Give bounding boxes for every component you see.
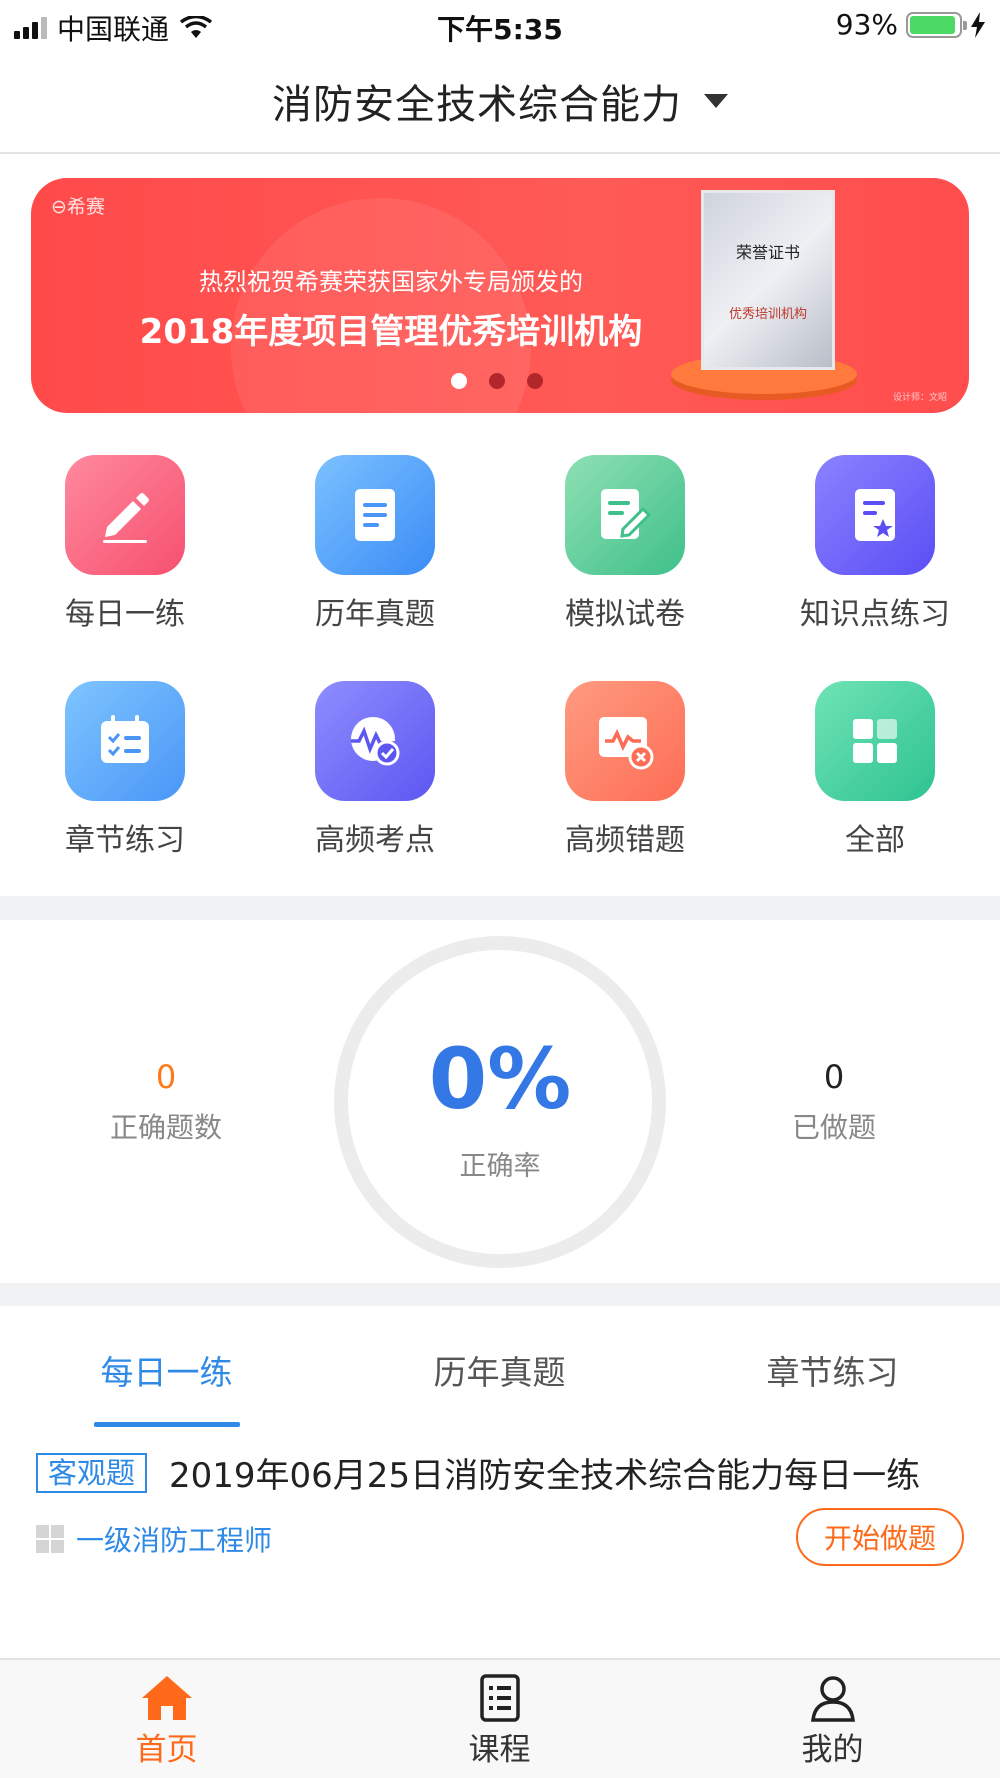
caret-down-icon [704,94,728,108]
done-count-value: 0 [823,1058,845,1096]
correct-count-value: 0 [155,1058,177,1096]
menu-mock-papers[interactable]: 模拟试卷 [500,455,750,633]
nav-courses[interactable]: 课程 [333,1674,666,1769]
category-label: 一级消防工程师 [76,1524,273,1557]
certificate-image: 荣誉证书 优秀培训机构 [701,190,835,370]
question-title-row: 客观题 2019年06月25日消防安全技术综合能力每日一练 [36,1448,964,1504]
user-icon [810,1676,855,1722]
star-document-icon [815,455,935,575]
menu-knowledge-practice[interactable]: 知识点练习 [750,455,1000,633]
start-practice-button[interactable]: 开始做题 [796,1508,964,1566]
nav-label: 首页 [135,1732,198,1768]
grid-icon [815,681,935,801]
promo-banner[interactable]: ⊖希赛 热烈祝贺希赛荣获国家外专局颁发的 2018年度项目管理优秀培训机构 荣誉… [31,178,969,413]
stats-panel: 0% 正确率 0 正确题数 0 已做题 [0,920,1000,1280]
menu-all[interactable]: 全部 [750,681,1000,859]
page-title: 消防安全技术综合能力 [272,82,682,128]
carousel-dot[interactable] [527,373,543,389]
tab-daily-practice[interactable]: 每日一练 [0,1346,333,1394]
battery-icon [906,11,967,38]
bottom-navigation: 首页 课程 我的 [0,1658,1000,1778]
pencil-icon [65,455,185,575]
banner-headline: 热烈祝贺希赛荣获国家外专局颁发的 [199,268,583,296]
done-count-stat: 0 已做题 [714,1058,954,1146]
menu-label: 章节练习 [65,823,185,858]
menu-label: 模拟试卷 [565,597,685,632]
correct-count-label: 正确题数 [109,1111,222,1144]
designer-credit: 设计师：文昭 [892,393,947,403]
menu-past-exams[interactable]: 历年真题 [250,455,500,633]
charging-bolt-icon [971,11,985,38]
question-type-badge: 客观题 [36,1453,148,1493]
section-divider [0,896,1000,920]
banner-subheadline: 2018年度项目管理优秀培训机构 [139,312,643,352]
list-item[interactable]: 客观题 2019年06月25日消防安全技术综合能力每日一练 一级消防工程师 开始做… [36,1448,964,1566]
menu-daily-practice[interactable]: 每日一练 [0,455,250,633]
wave-check-icon [315,681,435,801]
question-category: 一级消防工程师 [36,1519,272,1559]
subject-selector[interactable]: 消防安全技术综合能力 [0,50,1000,154]
menu-label: 每日一练 [65,597,185,632]
chart-error-icon [565,681,685,801]
carousel-dot[interactable] [451,373,467,389]
practice-tabs: 每日一练 历年真题 章节练习 [0,1306,1000,1428]
battery-percent: 93% [835,8,898,41]
menu-label: 全部 [845,823,905,858]
nav-home[interactable]: 首页 [0,1674,333,1769]
correct-count-stat: 0 正确题数 [46,1058,286,1146]
menu-label: 高频考点 [315,823,435,858]
category-grid-icon [36,1525,64,1553]
section-divider [0,1283,1000,1306]
accuracy-value: 0% [428,1030,572,1128]
menu-hot-topics[interactable]: 高频考点 [250,681,500,859]
menu-frequent-mistakes[interactable]: 高频错题 [500,681,750,859]
accuracy-label: 正确率 [459,1151,541,1182]
carousel-indicator[interactable] [451,373,543,389]
banner-logo: ⊖希赛 [51,196,105,218]
question-title: 2019年06月25日消防安全技术综合能力每日一练 [169,1456,921,1496]
document-icon [315,455,435,575]
tab-chapter-practice[interactable]: 章节练习 [666,1346,999,1394]
status-bar: 中国联通 下午5:35 93% [0,0,1000,50]
edit-paper-icon [565,455,685,575]
nav-label: 我的 [801,1732,864,1768]
carousel-dot[interactable] [489,373,505,389]
list-document-icon [479,1674,520,1722]
nav-label: 课程 [468,1732,531,1768]
menu-label: 知识点练习 [800,597,950,632]
active-tab-indicator [94,1422,240,1427]
nav-profile[interactable]: 我的 [666,1674,999,1769]
menu-label: 历年真题 [315,597,435,632]
home-icon [141,1676,192,1720]
menu-label: 高频错题 [565,823,685,858]
tab-past-exams[interactable]: 历年真题 [333,1346,666,1394]
checklist-icon [65,681,185,801]
done-count-label: 已做题 [791,1111,876,1144]
menu-chapter-practice[interactable]: 章节练习 [0,681,250,859]
quick-menu: 每日一练 历年真题 模拟试卷 知识点练习 章节练习 高频考点 高频错题 全部 [0,455,1000,859]
